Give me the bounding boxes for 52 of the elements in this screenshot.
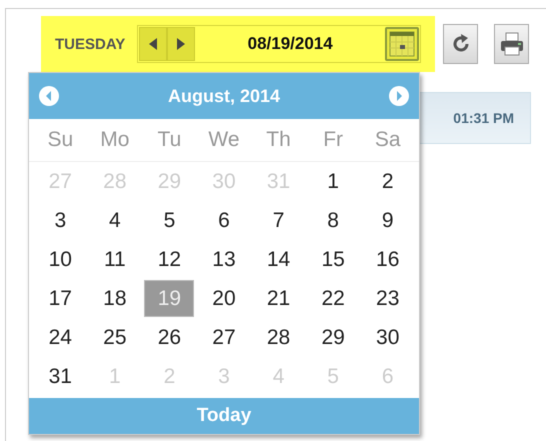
weekday-header: Th bbox=[265, 128, 292, 152]
day-cell[interactable]: 13 bbox=[198, 241, 249, 278]
calendar-button[interactable] bbox=[385, 27, 419, 61]
day-cell[interactable]: 18 bbox=[90, 280, 140, 317]
day-cell[interactable]: 24 bbox=[35, 319, 86, 356]
left-triangle-icon bbox=[149, 38, 158, 50]
day-cell[interactable]: 7 bbox=[254, 202, 304, 239]
day-cell[interactable]: 3 bbox=[35, 202, 86, 239]
day-cell[interactable]: 28 bbox=[254, 319, 304, 356]
day-cell[interactable]: 31 bbox=[35, 358, 86, 395]
day-cell[interactable]: 11 bbox=[90, 241, 140, 278]
right-triangle-icon bbox=[177, 38, 186, 50]
date-value: 08/19/2014 bbox=[246, 34, 334, 54]
day-cell[interactable]: 6 bbox=[198, 202, 249, 239]
day-cell[interactable]: 15 bbox=[308, 241, 358, 278]
day-cell[interactable]: 4 bbox=[90, 202, 140, 239]
day-cell[interactable]: 20 bbox=[198, 280, 249, 317]
day-cell[interactable]: 27 bbox=[198, 319, 249, 356]
day-cell[interactable]: 12 bbox=[144, 241, 194, 278]
day-cell[interactable]: 30 bbox=[362, 319, 413, 356]
month-title: August, 2014 bbox=[168, 86, 280, 106]
day-cell[interactable]: 8 bbox=[308, 202, 358, 239]
day-cell[interactable]: 21 bbox=[254, 280, 304, 317]
next-day-button[interactable] bbox=[167, 27, 196, 61]
refresh-button[interactable] bbox=[443, 24, 478, 64]
weekday-header: Mo bbox=[99, 128, 130, 152]
day-cell[interactable]: 1 bbox=[308, 163, 358, 200]
weekday-label: TUESDAY bbox=[55, 36, 126, 52]
day-cell[interactable]: 9 bbox=[362, 202, 413, 239]
day-cell[interactable]: 29 bbox=[308, 319, 358, 356]
day-cell[interactable]: 23 bbox=[362, 280, 413, 317]
day-cell[interactable]: 14 bbox=[254, 241, 304, 278]
previous-day-button[interactable] bbox=[139, 27, 168, 61]
refresh-icon bbox=[450, 34, 470, 54]
printer-icon bbox=[500, 32, 524, 56]
day-cell[interactable]: 17 bbox=[35, 280, 86, 317]
day-cell[interactable]: 16 bbox=[362, 241, 413, 278]
weekday-header: Tu bbox=[156, 128, 182, 152]
time-label: 01:31 PM bbox=[453, 110, 514, 126]
weekday-header: Fr bbox=[322, 128, 344, 152]
day-cell[interactable]: 2 bbox=[362, 163, 413, 200]
calendar-icon bbox=[389, 31, 415, 57]
date-field[interactable]: 08/19/2014 bbox=[137, 25, 421, 63]
day-cell[interactable]: 5 bbox=[144, 202, 194, 239]
day-cell[interactable]: 25 bbox=[90, 319, 140, 356]
day-cell[interactable]: 22 bbox=[308, 280, 358, 317]
print-button[interactable] bbox=[494, 24, 529, 64]
day-cell[interactable]: 10 bbox=[35, 241, 86, 278]
weekday-header: We bbox=[207, 128, 241, 152]
weekday-header: Su bbox=[46, 128, 74, 152]
day-cell[interactable]: 26 bbox=[144, 319, 194, 356]
weekday-header: Sa bbox=[374, 128, 402, 152]
